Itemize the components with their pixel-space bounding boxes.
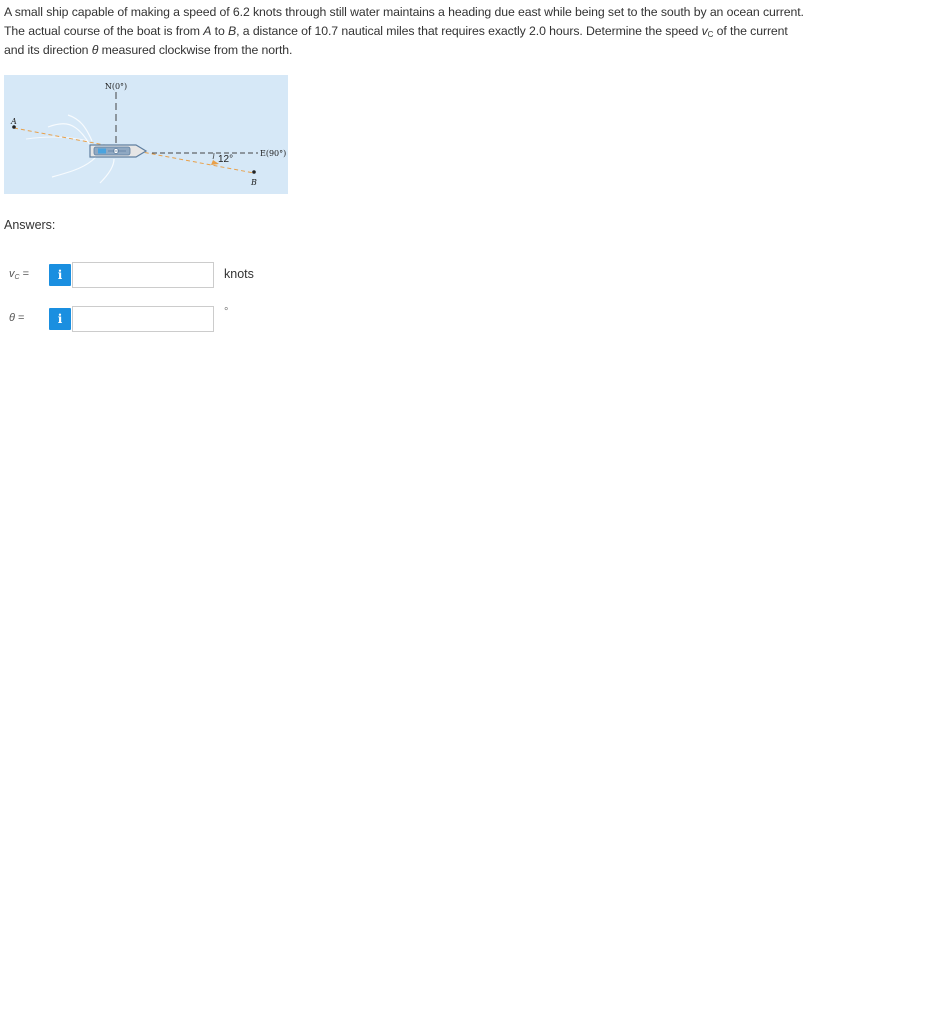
question-text-part: , a distance of 10.7 nautical miles that… (236, 24, 702, 38)
problem-figure: N(0°) E(90°) 12° A B (4, 75, 288, 194)
angle-label: 12° (218, 154, 233, 165)
answers-heading: Answers: (4, 218, 56, 232)
direction-answer-input[interactable] (72, 306, 214, 332)
water-background (4, 75, 288, 194)
question-text-part: to (211, 24, 229, 38)
equals-sign: = (14, 312, 25, 324)
point-b-ref: B (228, 24, 237, 38)
speed-answer-label: vC = (9, 268, 30, 281)
info-button[interactable]: i (49, 308, 71, 330)
question-text: A small ship capable of making a speed o… (4, 3, 804, 60)
point-b-marker (252, 170, 256, 174)
answer-row-speed: vC = i knots (0, 262, 300, 290)
north-label: N(0°) (105, 82, 127, 91)
answer-row-direction: θ = i ° (0, 306, 300, 333)
info-button[interactable]: i (49, 264, 71, 286)
question-text-part: measured clockwise from the north. (98, 43, 293, 57)
speed-answer-input[interactable] (72, 262, 214, 288)
speed-unit-label: knots (224, 267, 254, 281)
direction-answer-label: θ = (9, 312, 24, 324)
east-label: E(90°) (260, 149, 286, 158)
point-a-label: A (10, 117, 17, 126)
point-b-label: B (250, 178, 257, 187)
ship-icon (89, 144, 148, 158)
equals-sign: = (19, 268, 30, 280)
degree-unit-label: ° (224, 306, 229, 318)
answer-row-direction-viewport: θ = i ° (0, 306, 300, 333)
ship-course-diagram: N(0°) E(90°) 12° A B (4, 75, 288, 194)
